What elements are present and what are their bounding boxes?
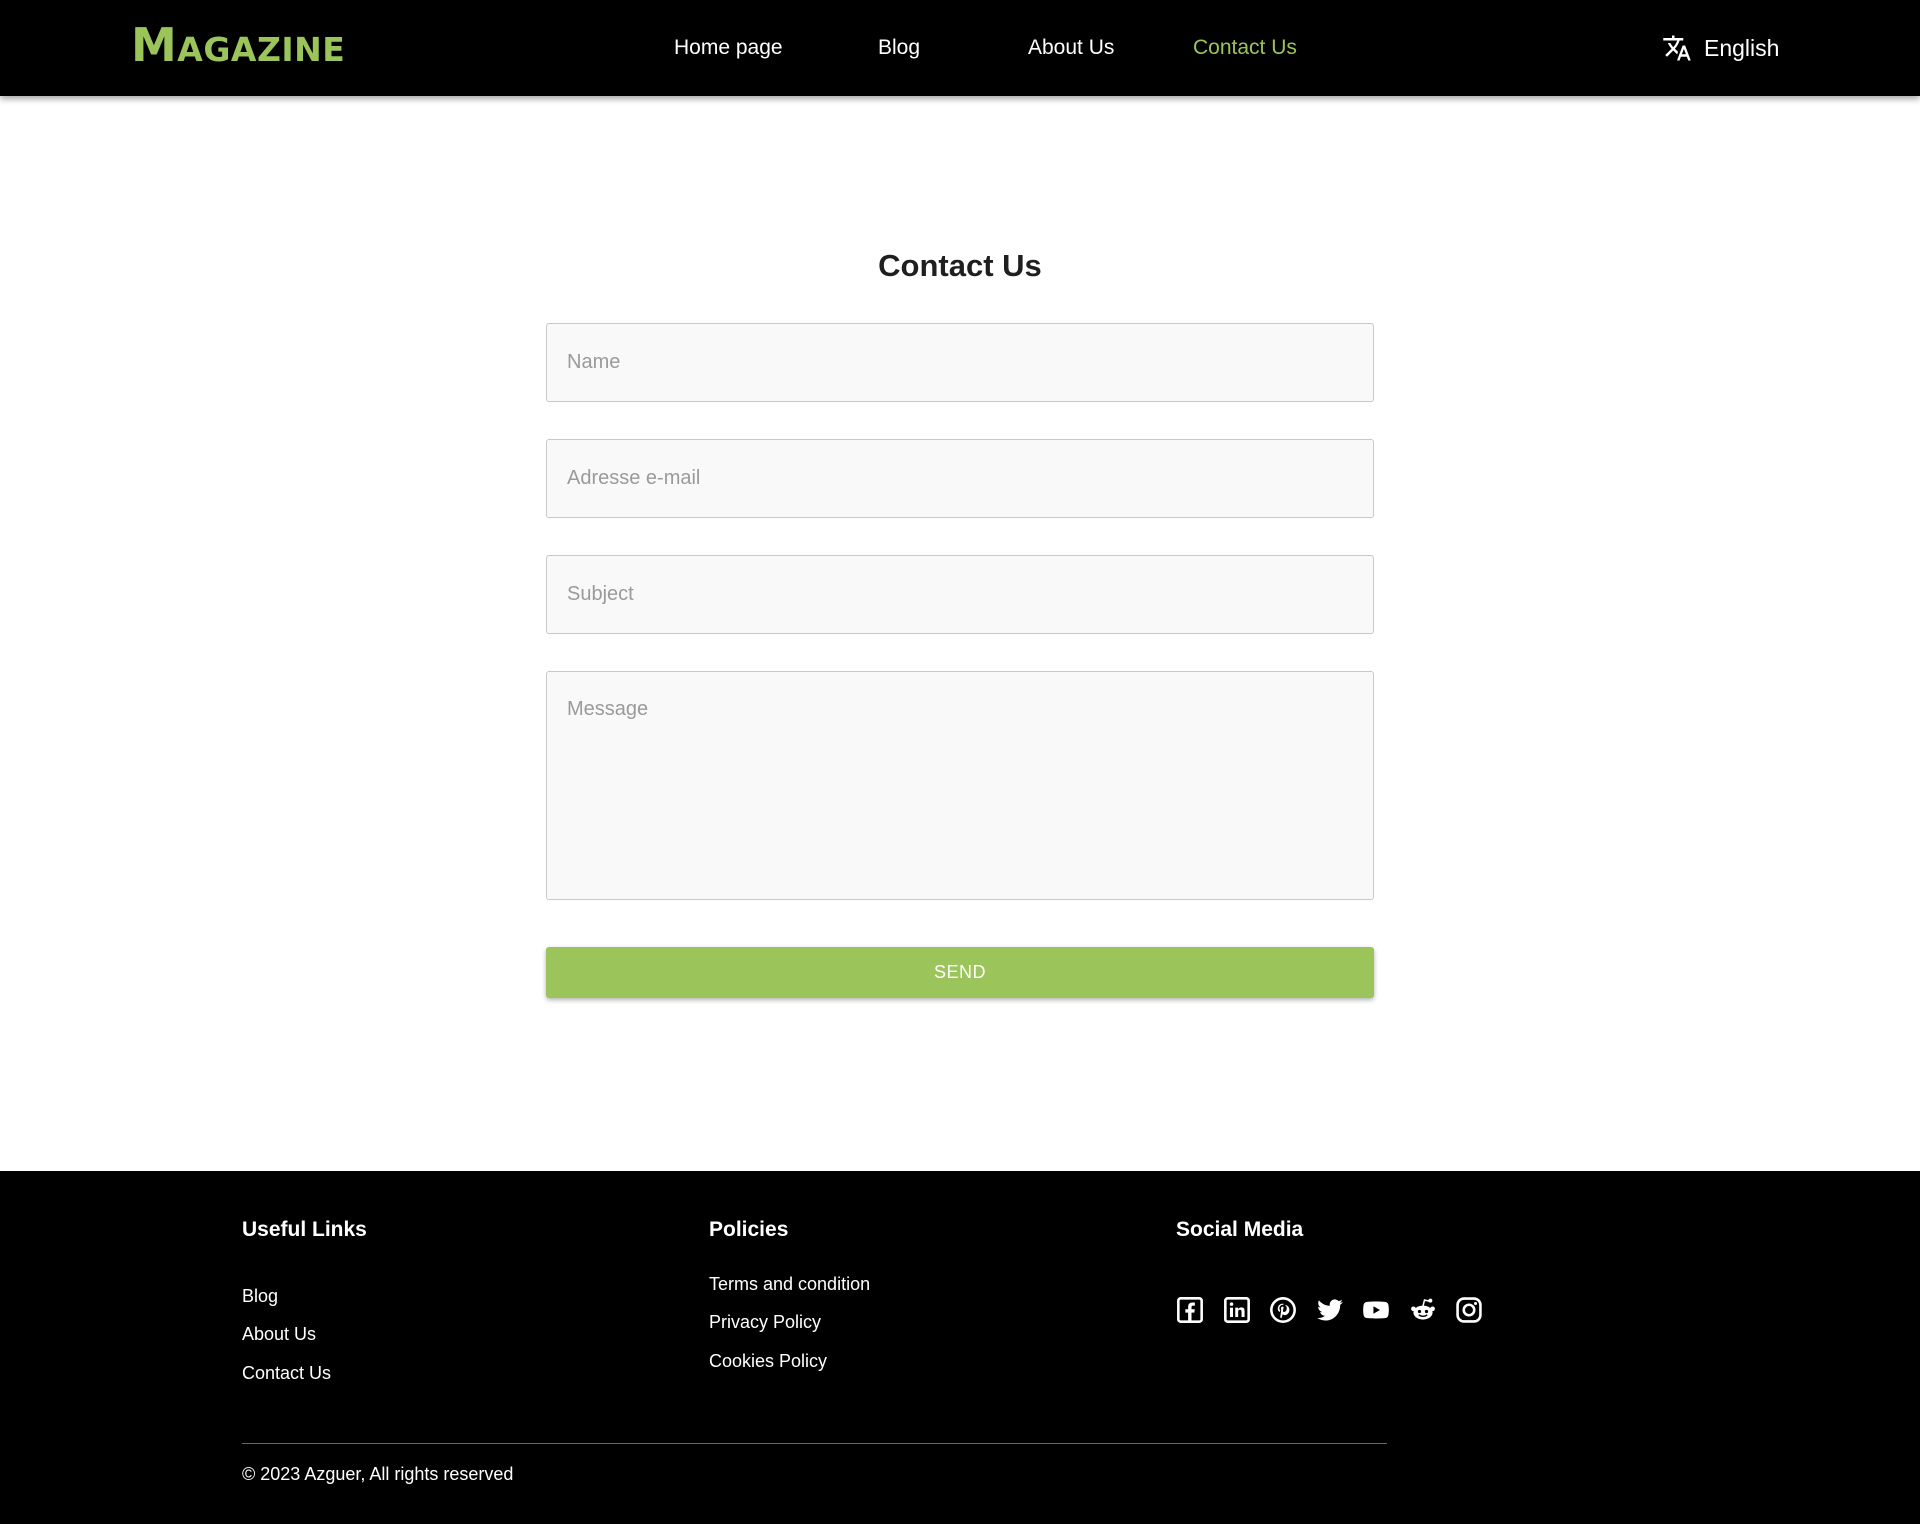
youtube-icon <box>1363 1301 1389 1319</box>
social-icons <box>1176 1295 1502 1325</box>
footer-divider <box>242 1443 1387 1444</box>
language-label: English <box>1704 34 1780 61</box>
message-textarea[interactable] <box>546 671 1374 900</box>
linkedin-icon <box>1223 1297 1250 1323</box>
footer-link-cookies[interactable]: Cookies Policy <box>709 1348 827 1374</box>
facebook-link[interactable] <box>1176 1295 1223 1325</box>
twitter-icon <box>1316 1299 1343 1321</box>
instagram-icon <box>1456 1297 1482 1323</box>
send-button[interactable]: SEND <box>546 947 1374 998</box>
pinterest-icon <box>1270 1297 1296 1323</box>
nav-about-us[interactable]: About Us <box>1028 33 1114 63</box>
facebook-icon <box>1177 1297 1203 1323</box>
footer-link-about-us[interactable]: About Us <box>242 1321 316 1347</box>
instagram-link[interactable] <box>1455 1295 1502 1325</box>
top-navigation-bar: MAGAZINE Home page Blog About Us Contact… <box>0 0 1920 96</box>
email-input[interactable] <box>546 439 1374 518</box>
footer-link-blog[interactable]: Blog <box>242 1283 278 1309</box>
language-selector[interactable]: English <box>1662 32 1779 64</box>
social-media-heading: Social Media <box>1176 1218 1304 1241</box>
nav-home-page[interactable]: Home page <box>674 33 783 63</box>
main-nav: Home page Blog About Us Contact Us <box>0 0 1920 96</box>
nav-contact-us[interactable]: Contact Us <box>1193 33 1297 63</box>
reddit-icon <box>1410 1298 1435 1320</box>
site-footer: Useful Links Blog About Us Contact Us Po… <box>0 1171 1920 1524</box>
name-input[interactable] <box>546 323 1374 402</box>
page-title: Contact Us <box>878 248 1042 283</box>
pinterest-link[interactable] <box>1269 1295 1316 1325</box>
footer-link-terms[interactable]: Terms and condition <box>709 1271 870 1297</box>
youtube-link[interactable] <box>1362 1295 1409 1325</box>
footer-link-privacy[interactable]: Privacy Policy <box>709 1309 821 1335</box>
subject-input[interactable] <box>546 555 1374 634</box>
linkedin-link[interactable] <box>1223 1295 1270 1325</box>
policies-heading: Policies <box>709 1218 789 1241</box>
useful-links-heading: Useful Links <box>242 1218 367 1241</box>
nav-blog[interactable]: Blog <box>878 33 920 63</box>
copyright-text: © 2023 Azguer, All rights reserved <box>242 1464 514 1484</box>
twitter-link[interactable] <box>1316 1295 1363 1325</box>
translate-icon <box>1663 35 1691 61</box>
reddit-link[interactable] <box>1409 1295 1456 1325</box>
footer-link-contact-us[interactable]: Contact Us <box>242 1360 331 1386</box>
